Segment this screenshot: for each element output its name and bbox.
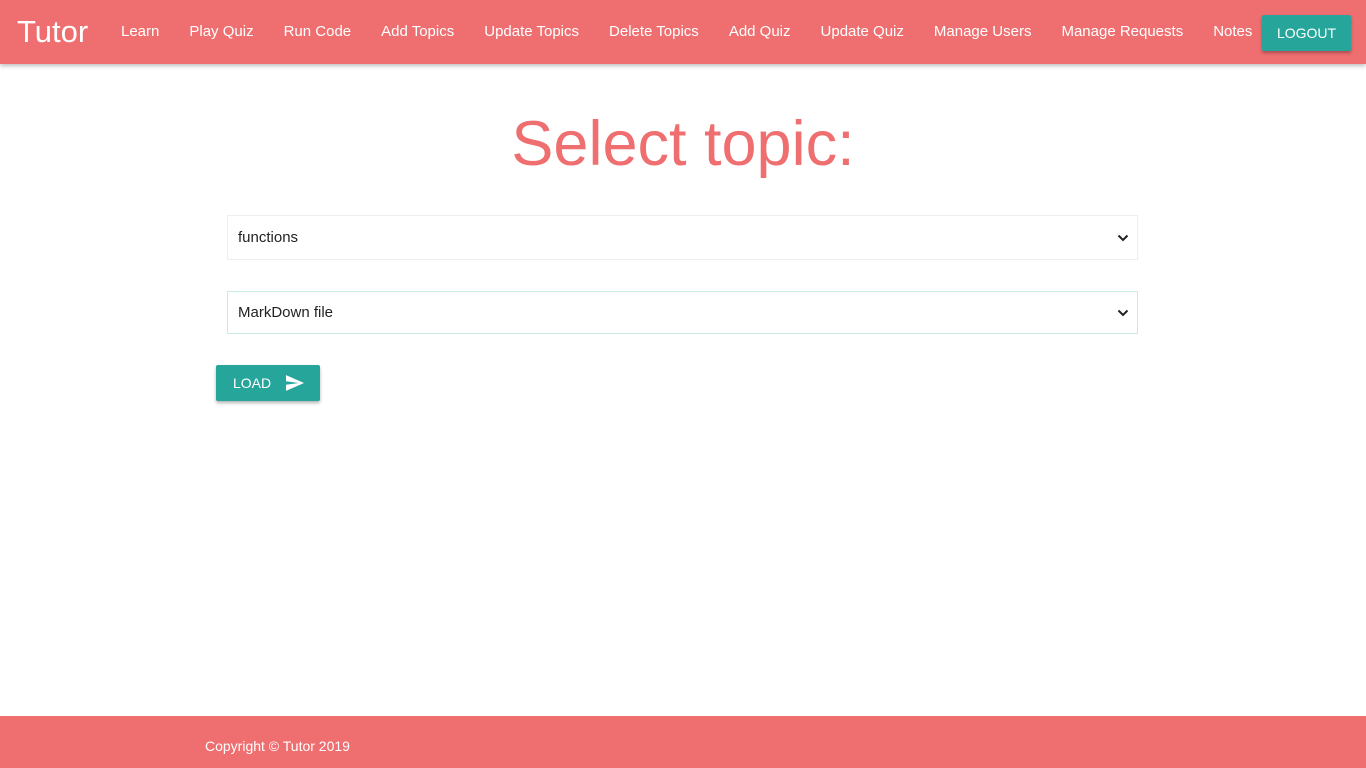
copyright-text: Copyright © Tutor 2019 — [205, 738, 350, 754]
format-select-value: MarkDown file — [238, 304, 334, 321]
footer: Copyright © Tutor 2019 — [0, 716, 1366, 768]
send-icon — [286, 375, 304, 391]
chevron-down-icon — [1117, 234, 1129, 241]
nav-link-run-code[interactable]: Run Code — [269, 0, 367, 64]
nav-link-play-quiz[interactable]: Play Quiz — [174, 0, 268, 64]
brand-logo[interactable]: Tutor — [17, 14, 88, 50]
nav-link-add-topics[interactable]: Add Topics — [366, 0, 469, 64]
nav-link-manage-requests[interactable]: Manage Requests — [1046, 0, 1198, 64]
load-button[interactable]: LOAD — [216, 365, 320, 401]
navbar: Tutor Learn Play Quiz Run Code Add Topic… — [0, 0, 1366, 64]
load-button-label: LOAD — [233, 375, 272, 391]
topic-select[interactable]: functions — [227, 215, 1138, 260]
page-title: Select topic: — [511, 109, 855, 179]
chevron-down-icon — [1117, 309, 1129, 316]
nav-link-manage-users[interactable]: Manage Users — [919, 0, 1047, 64]
nav-link-add-quiz[interactable]: Add Quiz — [714, 0, 806, 64]
nav-link-notes[interactable]: Notes — [1198, 0, 1267, 64]
nav-link-update-quiz[interactable]: Update Quiz — [806, 0, 919, 64]
nav-link-update-topics[interactable]: Update Topics — [469, 0, 594, 64]
nav-link-delete-topics[interactable]: Delete Topics — [594, 0, 714, 64]
nav-links: Learn Play Quiz Run Code Add Topics Upda… — [106, 0, 1267, 64]
format-select[interactable]: MarkDown file — [227, 291, 1138, 334]
topic-select-value: functions — [238, 229, 299, 246]
nav-link-learn[interactable]: Learn — [106, 0, 174, 64]
logout-button[interactable]: LOGOUT — [1262, 15, 1351, 51]
